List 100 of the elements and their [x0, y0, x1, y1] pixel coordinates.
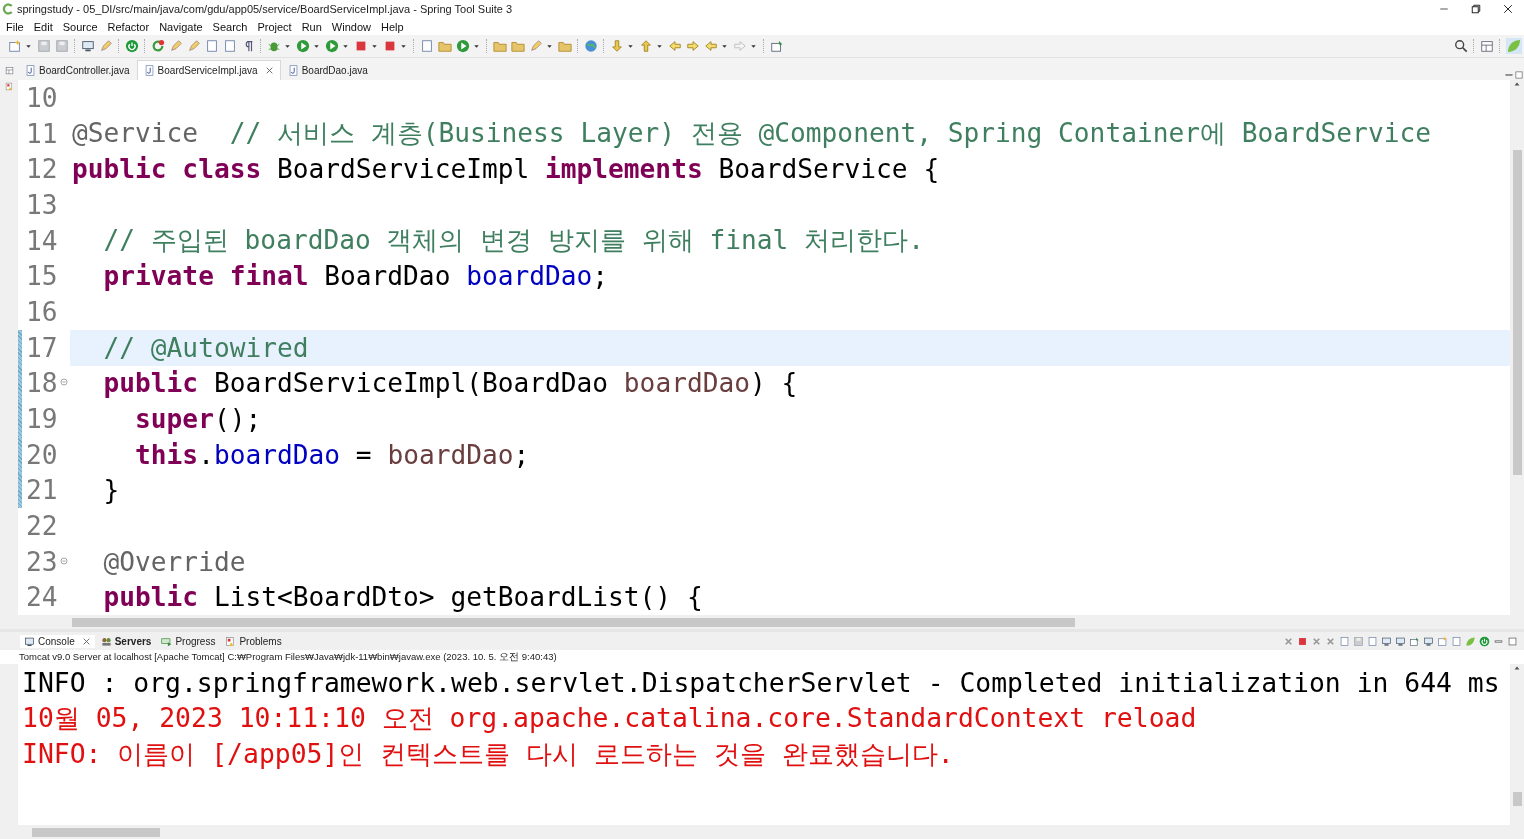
folder-icon[interactable]: [438, 39, 452, 53]
remove-all-icon[interactable]: [1325, 635, 1336, 647]
menu-item[interactable]: Search: [207, 20, 253, 33]
dropdown-caret-icon[interactable]: [313, 42, 320, 50]
dropdown-caret-icon[interactable]: [656, 42, 663, 50]
view-tab[interactable]: Progress: [157, 634, 220, 648]
pencil-icon[interactable]: [529, 39, 543, 53]
code-line: public BoardServiceImpl(BoardDao boardDao) {: [102, 368, 798, 399]
code-line: @Override: [102, 546, 246, 577]
progress-icon[interactable]: [161, 635, 173, 647]
code-line: super();: [134, 404, 262, 435]
run-icon[interactable]: [325, 39, 339, 53]
dropdown-caret-icon[interactable]: [546, 42, 553, 50]
refresh-icon[interactable]: [151, 39, 165, 53]
search-icon[interactable]: [1454, 39, 1468, 53]
view-menu-icon[interactable]: [4, 66, 14, 75]
document-icon[interactable]: [420, 39, 434, 53]
save-all-icon[interactable]: [55, 39, 69, 53]
save-icon[interactable]: [37, 39, 51, 53]
dropdown-caret-icon[interactable]: [25, 42, 32, 50]
editor-tab[interactable]: BoardDao.java: [280, 60, 375, 80]
document-icon[interactable]: [205, 39, 219, 53]
folder-icon[interactable]: [511, 39, 525, 53]
code-line: // @Autowired: [102, 332, 309, 363]
code-line: public List<BoardDto> getBoardList() {: [102, 582, 703, 613]
up-arrow-icon[interactable]: [639, 39, 653, 53]
dropdown-caret-icon[interactable]: [342, 42, 349, 50]
folder-icon[interactable]: [558, 39, 572, 53]
code-line: // 주입된 boardDao 객체의 변경 방지를 위해 final 처리한다.: [102, 224, 924, 258]
menu-item[interactable]: Source: [57, 20, 103, 33]
console-icon[interactable]: [24, 635, 35, 647]
menu-item[interactable]: Help: [376, 20, 409, 33]
line-number: 23: [25, 546, 59, 577]
menu-item[interactable]: Navigate: [154, 20, 208, 33]
restore-icon[interactable]: [1470, 3, 1482, 15]
pin-icon[interactable]: [1409, 635, 1420, 647]
run-icon[interactable]: [296, 39, 310, 53]
forward-arrow-icon[interactable]: [686, 39, 700, 53]
fold-toggle-icon[interactable]: [60, 378, 68, 387]
editor-tab[interactable]: BoardServiceImpl.java: [136, 60, 281, 80]
line-number: 19: [25, 404, 59, 435]
menu-item[interactable]: File: [1, 20, 29, 33]
java-file-icon[interactable]: [143, 65, 155, 76]
console-description: Tomcat v9.0 Server at localhost [Apache Tomcat] C:₩Program Files₩Java₩jdk-11₩bin₩javaw.exe (2023. 10. 5. 오전 9:40:43): [0, 650, 1524, 664]
dropdown-caret-icon[interactable]: [750, 42, 757, 50]
line-number: 11: [25, 118, 59, 149]
servers-icon[interactable]: [100, 635, 112, 647]
leaf-perspective-icon[interactable]: [1506, 38, 1522, 54]
view-tab[interactable]: Console: [20, 634, 95, 648]
menu-item[interactable]: Refactor: [102, 20, 155, 33]
view-tab[interactable]: Problems: [221, 634, 286, 648]
dropdown-caret-icon[interactable]: [284, 42, 291, 50]
line-number: 13: [25, 189, 59, 220]
menu-item[interactable]: Window: [326, 20, 376, 33]
code-line: this.boardDao = boardDao;: [134, 439, 530, 470]
problems-icon[interactable]: [225, 635, 237, 647]
back-arrow-icon[interactable]: [668, 39, 682, 53]
app-logo-icon: [2, 3, 14, 15]
menu-item[interactable]: Project: [252, 20, 297, 33]
dropdown-caret-icon[interactable]: [721, 42, 728, 50]
power-icon[interactable]: [125, 39, 139, 53]
monitor-icon[interactable]: [81, 39, 95, 53]
folder-icon[interactable]: [493, 39, 507, 53]
terminate-icon[interactable]: [1297, 635, 1308, 647]
scrollbar-thumb[interactable]: [72, 617, 1075, 627]
dropdown-caret-icon[interactable]: [473, 42, 480, 50]
line-number: 16: [25, 296, 59, 327]
scrollbar-thumb[interactable]: [32, 827, 160, 837]
globe-icon[interactable]: [584, 39, 598, 53]
remove-icon[interactable]: [1311, 635, 1322, 647]
stop-icon[interactable]: [383, 39, 397, 53]
new-file-icon[interactable]: [8, 39, 22, 53]
java-file-icon[interactable]: [25, 65, 36, 76]
stop-icon[interactable]: [354, 39, 368, 53]
editor-tab[interactable]: BoardController.java: [18, 60, 137, 80]
code-line: public class BoardServiceImpl implements BoardService {: [72, 154, 940, 185]
scrollbar-thumb[interactable]: [1512, 150, 1522, 475]
back-arrow-icon[interactable]: [704, 39, 718, 53]
code-line: }: [102, 475, 120, 506]
document-icon[interactable]: [223, 39, 237, 53]
fold-toggle-icon[interactable]: [60, 556, 68, 565]
line-number: 15: [25, 261, 59, 292]
scrollbar-thumb[interactable]: [1512, 792, 1522, 806]
pin-icon[interactable]: [770, 39, 784, 53]
dropdown-caret-icon[interactable]: [371, 42, 378, 50]
open-perspective-icon[interactable]: [1480, 39, 1494, 53]
code-line: @Service // 서비스 계층(Business Layer) 전용 @Component, Spring Container에 BoardService: [72, 117, 1431, 151]
menu-item[interactable]: Run: [296, 20, 327, 33]
run-icon[interactable]: [456, 39, 470, 53]
maximize-icon[interactable]: [1507, 635, 1518, 647]
dropdown-caret-icon[interactable]: [400, 42, 407, 50]
menu-item[interactable]: Edit: [28, 20, 58, 33]
java-file-icon[interactable]: [287, 65, 299, 76]
close-icon[interactable]: [1502, 3, 1514, 15]
code-line: private final BoardDao boardDao;: [102, 261, 609, 292]
down-arrow-icon[interactable]: [610, 39, 624, 53]
pencil-icon[interactable]: [169, 39, 183, 53]
view-tab[interactable]: Servers: [96, 634, 156, 648]
line-number: 22: [25, 511, 59, 542]
dropdown-caret-icon[interactable]: [627, 42, 634, 50]
